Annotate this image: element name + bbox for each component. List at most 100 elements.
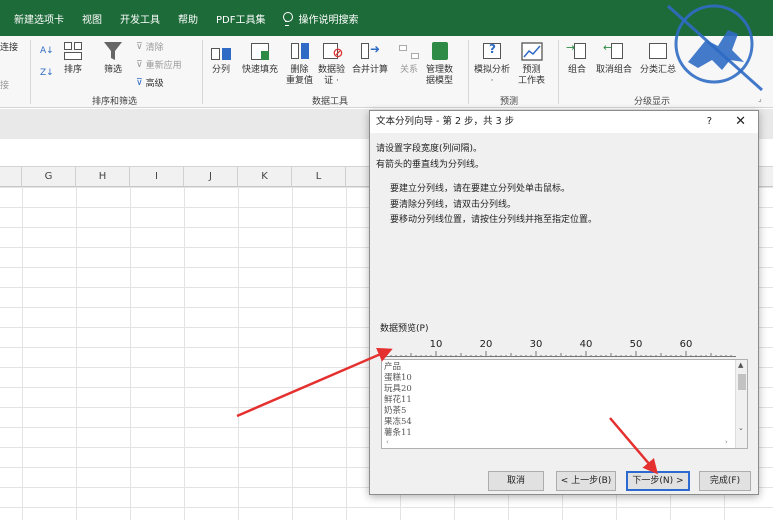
tab-help[interactable]: 帮助 bbox=[169, 11, 207, 26]
column-header-partial[interactable] bbox=[0, 167, 22, 186]
ribbon: 连接 接 A↓ Z↓ 排序 筛选 ⊽ 清除 ⊽ 重新应用 ⊽ 高级 排序和筛选 分列 bbox=[0, 4, 773, 108]
text-to-columns-wizard: 文本分列向导 - 第 2 步，共 3 步 ? ✕ 请设置字段宽度(列间隔)。 有… bbox=[369, 110, 759, 495]
hint-line-3: 要移动分列线位置，请按住分列线并拖至指定位置。 bbox=[390, 215, 598, 225]
scroll-thumb[interactable] bbox=[738, 374, 746, 390]
sort-desc-button[interactable]: Z↓ bbox=[40, 68, 54, 78]
dialog-title: 文本分列向导 - 第 2 步，共 3 步 bbox=[370, 111, 758, 133]
connections-item[interactable]: 连接 bbox=[0, 40, 18, 53]
relationships-icon bbox=[398, 40, 420, 62]
ruler-label-10: 10 bbox=[429, 339, 443, 350]
remove-duplicates-label-1: 删除 bbox=[290, 65, 309, 75]
group-button[interactable]: → 组合 bbox=[566, 40, 588, 76]
scroll-left-icon[interactable]: ‹ bbox=[386, 438, 389, 446]
tab-developer[interactable]: 开发工具 bbox=[111, 11, 169, 26]
cancel-button[interactable]: 取消 bbox=[488, 471, 544, 491]
forecast-sheet-label-2: 工作表 bbox=[518, 76, 546, 86]
forecast-group-label: 预测 bbox=[500, 97, 519, 107]
tab-view[interactable]: 视图 bbox=[73, 11, 111, 26]
consolidate-button[interactable]: ➜ 合并计算 bbox=[352, 40, 388, 76]
data-tools-group-label: 数据工具 bbox=[312, 97, 349, 107]
column-ruler[interactable]: 10 20 30 40 50 60 bbox=[382, 337, 736, 357]
group-label: 组合 bbox=[567, 65, 586, 75]
column-header-i[interactable]: I bbox=[130, 167, 184, 186]
advanced-filter-label: 高级 bbox=[145, 79, 164, 89]
reapply-label: 重新应用 bbox=[145, 61, 182, 71]
scroll-right-icon[interactable]: › bbox=[725, 438, 728, 446]
sort-icon bbox=[62, 40, 84, 62]
filter-label: 筛选 bbox=[103, 65, 122, 75]
advanced-filter-button[interactable]: ⊽ 高级 bbox=[136, 76, 164, 90]
reapply-button[interactable]: ⊽ 重新应用 bbox=[136, 58, 182, 72]
remove-duplicates-icon bbox=[289, 40, 311, 62]
group-icon: → bbox=[566, 40, 588, 62]
text-to-columns-icon bbox=[210, 40, 232, 62]
clear-filter-label: 清除 bbox=[145, 43, 164, 53]
what-if-icon: ? bbox=[481, 40, 503, 62]
what-if-label-1: 模拟分析 bbox=[474, 65, 511, 75]
column-header-l[interactable]: L bbox=[292, 167, 346, 186]
ruler-label-20: 20 bbox=[479, 339, 493, 350]
column-header-j[interactable]: J bbox=[184, 167, 238, 186]
ruler-label-40: 40 bbox=[579, 339, 593, 350]
ungroup-label: 取消组合 bbox=[596, 65, 633, 75]
sort-label: 排序 bbox=[63, 65, 82, 75]
consolidate-icon: ➜ bbox=[359, 40, 381, 62]
data-validation-button[interactable]: ⊘ 数据验 证 · bbox=[318, 40, 345, 87]
clear-filter-button[interactable]: ⊽ 清除 bbox=[136, 40, 164, 54]
relationships-label: 关系 bbox=[399, 65, 418, 75]
text-to-columns-button[interactable]: 分列 bbox=[210, 40, 232, 76]
relationships-button[interactable]: 关系 bbox=[398, 40, 420, 76]
filter-icon bbox=[102, 40, 124, 62]
data-validation-label-2: 证 · bbox=[324, 76, 339, 86]
forecast-sheet-label-1: 预测 bbox=[522, 65, 541, 75]
intro-line-1: 请设置字段宽度(列间隔)。 bbox=[376, 144, 483, 154]
forecast-sheet-icon bbox=[520, 40, 543, 62]
tab-pdf-tools[interactable]: PDF工具集 bbox=[207, 11, 274, 26]
edit-links-item[interactable]: 接 bbox=[0, 78, 9, 91]
lightbulb-icon bbox=[282, 11, 294, 26]
data-model-label-1: 管理数 bbox=[426, 65, 454, 75]
ungroup-icon: ← bbox=[603, 40, 625, 62]
data-model-icon bbox=[429, 40, 451, 62]
tab-new[interactable]: 新建选项卡 bbox=[0, 11, 73, 26]
scroll-down-icon[interactable]: ⌄ bbox=[738, 424, 744, 432]
ruler-label-50: 50 bbox=[629, 339, 643, 350]
close-icon[interactable]: ✕ bbox=[735, 111, 746, 133]
help-icon[interactable]: ? bbox=[707, 111, 712, 133]
flash-fill-label: 快速填充 bbox=[242, 65, 279, 75]
tell-me-search[interactable]: 操作说明搜索 bbox=[274, 11, 358, 26]
column-header-k[interactable]: K bbox=[238, 167, 292, 186]
sort-button[interactable]: 排序 bbox=[62, 40, 84, 76]
data-model-label-2: 据模型 bbox=[426, 76, 454, 86]
remove-duplicates-button[interactable]: 删除 重复值 bbox=[286, 40, 313, 87]
ungroup-button[interactable]: ← 取消组合 bbox=[596, 40, 632, 76]
next-button[interactable]: 下一步(N) > bbox=[626, 471, 690, 491]
tell-me-label: 操作说明搜索 bbox=[298, 14, 359, 26]
advanced-filter-icon: ⊽ bbox=[136, 77, 143, 88]
hint-line-1: 要建立分列线，请在要建立分列处单击鼠标。 bbox=[390, 184, 571, 194]
finish-button[interactable]: 完成(F) bbox=[699, 471, 751, 491]
filter-button[interactable]: 筛选 bbox=[102, 40, 124, 76]
column-header-g[interactable]: G bbox=[22, 167, 76, 186]
sort-asc-button[interactable]: A↓ bbox=[40, 46, 54, 56]
ruler-label-60: 60 bbox=[679, 339, 693, 350]
data-preview-label: 数据预览(P) bbox=[380, 324, 429, 334]
manage-data-model-button[interactable]: 管理数 据模型 bbox=[426, 40, 453, 87]
preview-row: 薯条11 bbox=[384, 428, 412, 438]
hint-line-2: 要清除分列线，请双击分列线。 bbox=[390, 200, 517, 210]
what-if-analysis-button[interactable]: ? 模拟分析 · bbox=[474, 40, 510, 87]
watermark-logo bbox=[667, 4, 763, 92]
flash-fill-icon bbox=[249, 40, 271, 62]
remove-duplicates-label-2: 重复值 bbox=[286, 76, 314, 86]
back-button[interactable]: < 上一步(B) bbox=[556, 471, 616, 491]
forecast-sheet-button[interactable]: 预测 工作表 bbox=[518, 40, 545, 87]
data-preview-box[interactable]: 产品 蛋糕10 玩具20 鲜花11 奶茶5 果冻54 薯条11 ▲ ⌄ ‹ › bbox=[381, 359, 748, 449]
column-header-h[interactable]: H bbox=[76, 167, 130, 186]
flash-fill-button[interactable]: 快速填充 bbox=[242, 40, 278, 76]
data-validation-icon: ⊘ bbox=[321, 40, 343, 62]
scroll-up-icon[interactable]: ▲ bbox=[738, 361, 743, 369]
consolidate-label: 合并计算 bbox=[352, 65, 389, 75]
data-validation-label-1: 数据验 bbox=[318, 65, 346, 75]
text-to-columns-label: 分列 bbox=[211, 65, 230, 75]
preview-vertical-scrollbar[interactable]: ▲ ⌄ bbox=[735, 360, 747, 448]
